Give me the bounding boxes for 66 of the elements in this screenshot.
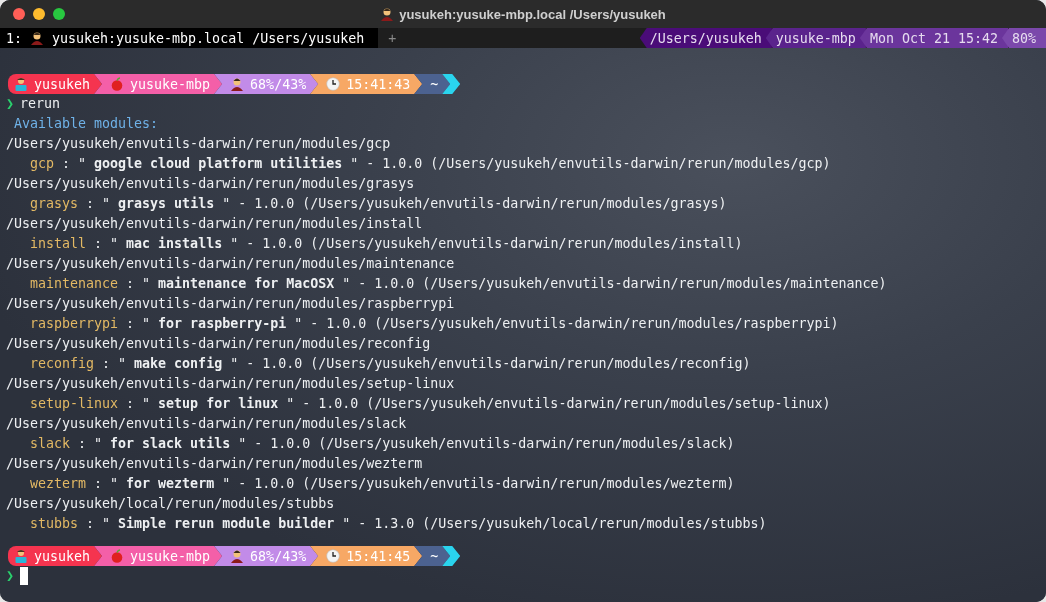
- module-name: install: [30, 235, 87, 253]
- module-path: /Users/yusukeh/envutils-darwin/rerun/modules/grasys: [6, 175, 416, 193]
- status-segment: /Users/yusukeh: [639, 28, 772, 48]
- module-description: : " Simple rerun module builder " - 1.3.0 (/Users/yusukeh/local/rerun/modules/stubbs): [86, 515, 767, 533]
- prompt-text: 68%/43%: [250, 76, 307, 92]
- command-text: rerun: [20, 95, 61, 113]
- module-path: /Users/yusukeh/envutils-darwin/rerun/modules/reconfig: [6, 335, 432, 353]
- module-path: /Users/yusukeh/envutils-darwin/rerun/modules/gcp: [6, 135, 392, 153]
- window-title: yusukeh:yusuke-mbp.local /Users/yusukeh: [399, 6, 666, 22]
- module-name: wezterm: [30, 475, 87, 493]
- module-name: grasys: [30, 195, 79, 213]
- module-description: : " maintenance for MacOSX " - 1.0.0 (/Users/yusukeh/envutils-darwin/rerun/modules/maintenance): [126, 275, 887, 293]
- prompt-text: 15:41:43: [346, 76, 411, 92]
- output-heading: Available modules:: [13, 115, 160, 133]
- module-path: /Users/yusukeh/envutils-darwin/rerun/modules/raspberrypi: [6, 295, 456, 313]
- close-button[interactable]: [13, 8, 25, 20]
- module-description: : " mac installs " - 1.0.0 (/Users/yusukeh/envutils-darwin/rerun/modules/install): [94, 235, 743, 253]
- new-tab-button[interactable]: +: [378, 28, 407, 48]
- person-icon: [230, 549, 245, 563]
- status-segment: yusuke-mbp: [765, 28, 866, 48]
- tab-title: yusukeh:yusuke-mbp.local /Users/yusukeh: [52, 30, 365, 46]
- module-name: raspberrypi: [30, 315, 119, 333]
- person-icon: [230, 77, 245, 91]
- prompt-text: 15:41:45: [346, 548, 411, 564]
- apple-icon: [110, 77, 125, 91]
- clock-icon: [326, 77, 341, 91]
- module-path: /Users/yusukeh/envutils-darwin/rerun/modules/install: [6, 215, 424, 233]
- module-path: /Users/yusukeh/envutils-darwin/rerun/modules/setup-linux: [6, 375, 456, 393]
- module-description: : " make config " - 1.0.0 (/Users/yusukeh/envutils-darwin/rerun/modules/reconfig): [102, 355, 751, 373]
- minimize-button[interactable]: [33, 8, 45, 20]
- person-icon: [30, 31, 44, 45]
- prompt-symbol: ❯: [6, 95, 14, 113]
- prompt-text: ~: [430, 76, 439, 92]
- person-icon: [380, 7, 395, 21]
- module-description: : " for raspberry-pi " - 1.0.0 (/Users/yusukeh/envutils-darwin/rerun/modules/raspberrypi): [126, 315, 839, 333]
- module-description: : " google cloud platform utilities " - 1.0.0 (/Users/yusukeh/envutils-darwin/rerun/modules/gcp): [62, 155, 831, 173]
- module-path: /Users/yusukeh/envutils-darwin/rerun/modules/maintenance: [6, 255, 456, 273]
- module-path: /Users/yusukeh/local/rerun/modules/stubbs: [6, 495, 336, 513]
- apple-icon: [110, 549, 125, 563]
- module-name: gcp: [30, 155, 55, 173]
- module-path: /Users/yusukeh/envutils-darwin/rerun/modules/slack: [6, 415, 408, 433]
- prompt-text: yusuke-mbp: [130, 76, 211, 92]
- prompt-text: yusukeh: [34, 76, 91, 92]
- prompt-text: yusukeh: [34, 548, 91, 564]
- module-name: slack: [30, 435, 71, 453]
- module-name: stubbs: [30, 515, 79, 533]
- laptop-user-icon: [14, 549, 28, 563]
- prompt-symbol: ❯: [6, 567, 14, 585]
- module-description: : " for slack utils " - 1.0.0 (/Users/yusukeh/envutils-darwin/rerun/modules/slack): [78, 435, 735, 453]
- prompt-text: 68%/43%: [250, 548, 307, 564]
- module-description: : " grasys utils " - 1.0.0 (/Users/yusukeh/envutils-darwin/rerun/modules/grasys): [86, 195, 727, 213]
- tab-index: 1:: [6, 30, 22, 46]
- module-name: reconfig: [30, 355, 95, 373]
- status-segment: 80%: [1001, 28, 1046, 48]
- status-segment: Mon Oct 21 15:42: [859, 28, 1008, 48]
- module-description: : " for wezterm " - 1.0.0 (/Users/yusukeh/envutils-darwin/rerun/modules/wezterm): [94, 475, 735, 493]
- tab[interactable]: 1: yusukeh:yusuke-mbp.local /Users/yusukeh: [0, 28, 379, 48]
- module-name: setup-linux: [30, 395, 119, 413]
- module-path: /Users/yusukeh/envutils-darwin/rerun/modules/wezterm: [6, 455, 424, 473]
- module-name: maintenance: [30, 275, 119, 293]
- prompt-text: yusuke-mbp: [130, 548, 211, 564]
- clock-icon: [326, 549, 341, 563]
- prompt-text: ~: [430, 548, 439, 564]
- module-description: : " setup for linux " - 1.0.0 (/Users/yusukeh/envutils-darwin/rerun/modules/setup-linux): [126, 395, 831, 413]
- zoom-button[interactable]: [53, 8, 65, 20]
- laptop-user-icon: [14, 77, 28, 91]
